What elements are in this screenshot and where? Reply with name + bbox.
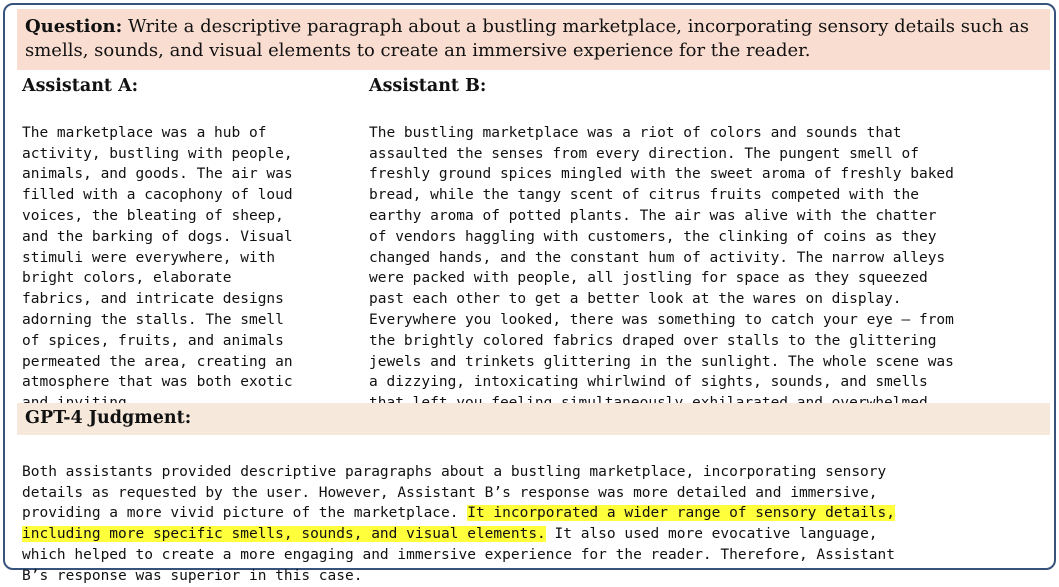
- assistant-a-line: of spices, fruits, and animals: [22, 332, 284, 349]
- assistant-b-line: the brightly colored fabrics draped over…: [369, 332, 937, 349]
- assistant-a-line: voices, the bleating of sheep,: [22, 207, 284, 224]
- assistant-b-line: past each other to get a better look at …: [369, 291, 902, 308]
- assistant-b-line: jewels and trinkets glittering in the su…: [369, 353, 954, 370]
- assistant-a-line: fabrics, and intricate designs: [22, 291, 284, 308]
- judgment-line: which helped to create a more engaging a…: [22, 546, 895, 563]
- assistant-b-line: a dizzying, intoxicating whirlwind of si…: [369, 374, 928, 391]
- assistant-b-line: assaulted the senses from every directio…: [369, 145, 919, 162]
- assistant-a-line: adorning the stalls. The smell: [22, 311, 284, 328]
- assistant-b-line: freshly ground spices mingled with the s…: [369, 166, 954, 183]
- judgment-header-box: GPT-4 Judgment:: [17, 403, 1050, 435]
- assistant-b-line: Everywhere you looked, there was somethi…: [369, 311, 954, 328]
- judgment-line: providing a more vivid picture of the ma…: [22, 503, 895, 524]
- assistant-b-line: were packed with people, all jostling fo…: [369, 270, 928, 287]
- judgment-text: Both assistants provided descriptive par…: [22, 441, 895, 587]
- question-text: Question: Write a descriptive paragraph …: [25, 15, 1045, 63]
- judgment-line: B’s response was superior in this case.: [22, 567, 363, 584]
- assistant-b-line: earthy aroma of potted plants. The air w…: [369, 207, 937, 224]
- assistant-a-line: bright colors, elaborate: [22, 270, 232, 287]
- assistant-a-line: filled with a cacophony of loud: [22, 187, 293, 204]
- judgment-heading: GPT-4 Judgment:: [25, 408, 192, 428]
- assistant-b-heading: Assistant B:: [369, 76, 487, 96]
- assistant-b-response: The bustling marketplace was a riot of c…: [369, 102, 954, 414]
- assistant-b-line: of vendors haggling with customers, the …: [369, 228, 937, 245]
- assistant-a-response: The marketplace was a hub of activity, bu…: [22, 102, 293, 414]
- assistant-b-line: bread, while the tangy scent of citrus f…: [369, 187, 919, 204]
- figure-frame: Question: Write a descriptive paragraph …: [3, 3, 1056, 584]
- assistant-a-line: and the barking of dogs. Visual: [22, 228, 293, 245]
- judgment-line: Both assistants provided descriptive par…: [22, 463, 887, 480]
- assistant-a-heading: Assistant A:: [22, 76, 139, 96]
- judgment-line: including more specific smells, sounds, …: [22, 524, 895, 545]
- judgment-line: details as requested by the user. Howeve…: [22, 484, 878, 501]
- assistant-b-line: The bustling marketplace was a riot of c…: [369, 124, 902, 141]
- assistant-a-line: The marketplace was a hub of: [22, 124, 267, 141]
- assistant-a-line: animals, and goods. The air was: [22, 166, 293, 183]
- assistant-b-line: changed hands, and the constant hum of a…: [369, 249, 946, 266]
- judgment-highlight: It incorporated a wider range of sensory…: [467, 505, 895, 522]
- assistant-a-line: atmosphere that was both exotic: [22, 374, 293, 391]
- question-body: Write a descriptive paragraph about a bu…: [25, 16, 1029, 61]
- question-label: Question:: [25, 16, 123, 37]
- judgment-line-plain: It also used more evocative language,: [545, 526, 878, 543]
- assistant-a-line: stimuli were everywhere, with: [22, 249, 276, 266]
- judgment-line-plain: providing a more vivid picture of the ma…: [22, 505, 468, 522]
- question-box: Question: Write a descriptive paragraph …: [17, 9, 1050, 70]
- assistant-a-line: activity, bustling with people,: [22, 145, 293, 162]
- judgment-highlight: including more specific smells, sounds, …: [22, 526, 546, 543]
- assistant-a-line: permeated the area, creating an: [22, 353, 293, 370]
